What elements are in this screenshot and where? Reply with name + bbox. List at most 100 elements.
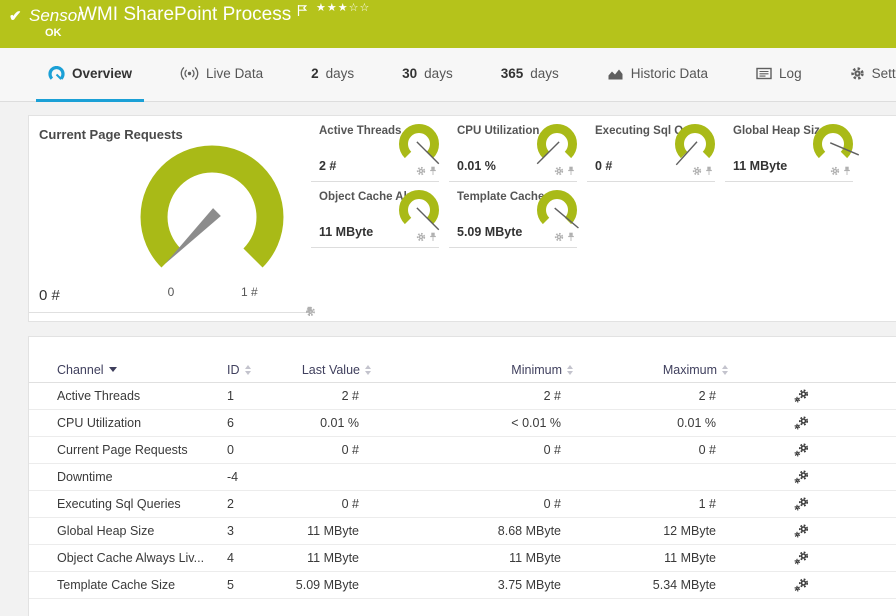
cell-maximum: 5.34 MByte: [652, 578, 716, 592]
sort-icon[interactable]: [244, 364, 251, 375]
cell-channel: Downtime: [57, 470, 113, 484]
gauge-value: 11 MByte: [733, 159, 788, 173]
priority-stars[interactable]: ★★★☆☆: [316, 1, 370, 14]
gauge-cell[interactable]: Template Cache Size 5.09 MByte: [449, 182, 579, 248]
table-row[interactable]: Active Threads 1 2 # 2 # 2 #: [29, 383, 896, 410]
gauge-cell[interactable]: Global Heap Size 11 MByte: [725, 116, 860, 182]
cell-last-value: 11 MByte: [307, 551, 359, 565]
table-header-row: Channel ID Last Value Minimum Maximum: [29, 357, 896, 383]
table-row[interactable]: Current Page Requests 0 0 # 0 # 0 #: [29, 437, 896, 464]
channel-settings-icon[interactable]: [794, 497, 809, 511]
col-header-id[interactable]: ID: [227, 363, 287, 377]
cell-channel: Current Page Requests: [57, 443, 188, 457]
pin-icon[interactable]: [705, 166, 713, 176]
gear-icon[interactable]: [554, 166, 564, 176]
cell-channel: Executing Sql Queries: [57, 497, 181, 511]
main-gauge-dial: [140, 145, 284, 268]
channels-table-panel: Channel ID Last Value Minimum Maximum Ac…: [28, 336, 896, 616]
cell-maximum: 11 MByte: [664, 551, 716, 565]
tab-2-days[interactable]: 2 days: [299, 48, 366, 102]
table-body: Active Threads 1 2 # 2 # 2 # CPU Utiliza…: [29, 383, 896, 599]
table-row[interactable]: Global Heap Size 3 11 MByte 8.68 MByte 1…: [29, 518, 896, 545]
cell-id: 2: [227, 497, 234, 511]
gear-icon: [850, 67, 864, 80]
main-gauge-current-page-requests[interactable]: Current Page Requests 0 # 0 1 #: [29, 116, 315, 316]
channel-settings-icon[interactable]: [794, 470, 809, 484]
gauge-value: 0 #: [595, 159, 613, 173]
gear-icon[interactable]: [554, 232, 564, 242]
gauge-title: Active Threads: [319, 125, 402, 137]
gear-icon[interactable]: [830, 166, 840, 176]
pin-icon[interactable]: [429, 166, 437, 176]
gauge-value: 0 #: [39, 287, 60, 304]
cell-last-value: 0.01 %: [320, 416, 359, 430]
gear-icon[interactable]: [416, 166, 426, 176]
gauge-dial: [537, 190, 579, 229]
gauge-cell[interactable]: Active Threads 2 #: [311, 116, 440, 182]
col-header-last-value[interactable]: Last Value: [287, 363, 371, 377]
gauge-dial: [675, 124, 715, 166]
channel-settings-icon[interactable]: [794, 416, 809, 430]
cell-id: 6: [227, 416, 234, 430]
cell-maximum: 2 #: [698, 389, 716, 403]
table-row[interactable]: Object Cache Always Liv... 4 11 MByte 11…: [29, 545, 896, 572]
table-row[interactable]: Template Cache Size 5 5.09 MByte 3.75 MB…: [29, 572, 896, 599]
pin-icon[interactable]: [429, 232, 437, 242]
pin-icon[interactable]: [843, 166, 851, 176]
tab-365-days[interactable]: 365 days: [489, 48, 571, 102]
cell-last-value: 11 MByte: [307, 524, 359, 538]
pin-icon[interactable]: [567, 166, 575, 176]
cell-channel: Object Cache Always Liv...: [57, 551, 205, 565]
gauge-cell[interactable]: Executing Sql Queries 0 #: [587, 116, 715, 182]
gauge-icon: [48, 65, 65, 80]
cell-minimum: 8.68 MByte: [497, 524, 561, 538]
pin-icon[interactable]: [305, 306, 314, 317]
tab-settings[interactable]: Settings: [838, 48, 896, 102]
col-header-channel[interactable]: Channel: [57, 363, 227, 377]
prtg-sensor-page: ✔ Sensor WMI SharePoint Process ★★★☆☆ OK…: [0, 0, 896, 616]
tab-live-data[interactable]: Live Data: [168, 48, 275, 102]
tab-historic-data[interactable]: Historic Data: [595, 48, 720, 102]
small-gauges-grid: Active Threads 2 # CPU Utilization 0.01 …: [311, 116, 896, 248]
sort-desc-icon[interactable]: [108, 367, 117, 372]
col-header-minimum[interactable]: Minimum: [371, 363, 573, 377]
gauge-value: 2 #: [319, 159, 337, 173]
live-data-icon: [180, 67, 199, 80]
cell-id: 4: [227, 551, 234, 565]
sort-icon[interactable]: [722, 364, 728, 375]
channel-settings-icon[interactable]: [794, 551, 809, 565]
gauge-cell[interactable]: CPU Utilization 0.01 %: [449, 116, 577, 182]
tab-30-days[interactable]: 30 days: [390, 48, 465, 102]
gear-icon[interactable]: [692, 166, 702, 176]
cell-id: 1: [227, 389, 234, 403]
tab-overview[interactable]: Overview: [36, 48, 145, 102]
gauge-title: CPU Utilization: [457, 125, 540, 137]
gear-icon[interactable]: [416, 232, 426, 242]
gauge-cell[interactable]: Object Cache Always L... 11 MByte: [311, 182, 440, 248]
table-row[interactable]: CPU Utilization 6 0.01 % < 0.01 % 0.01 %: [29, 410, 896, 437]
page-title: WMI SharePoint Process: [79, 4, 292, 25]
cell-minimum: 3.75 MByte: [497, 578, 561, 592]
cell-id: -4: [227, 470, 239, 484]
cell-minimum: 0 #: [543, 443, 561, 457]
channel-settings-icon[interactable]: [794, 389, 809, 403]
table-row[interactable]: Executing Sql Queries 2 0 # 0 # 1 #: [29, 491, 896, 518]
channel-settings-icon[interactable]: [794, 443, 809, 457]
stars-empty[interactable]: ☆☆: [349, 2, 371, 14]
gauge-dial: [813, 124, 860, 159]
cell-id: 5: [227, 578, 234, 592]
col-header-maximum[interactable]: Maximum: [573, 363, 728, 377]
gauge-dial: [399, 124, 440, 165]
gauges-panel: Current Page Requests 0 # 0 1 # Active T…: [28, 115, 896, 322]
channel-settings-icon[interactable]: [794, 578, 809, 592]
table-row[interactable]: Downtime -4: [29, 464, 896, 491]
pin-icon[interactable]: [567, 232, 575, 242]
stars-filled[interactable]: ★★★: [316, 2, 349, 14]
gauge-value: 11 MByte: [319, 225, 374, 239]
cell-channel: Active Threads: [57, 389, 141, 403]
tab-bar: Overview Live Data 2 days 30 days 365 days …: [0, 48, 896, 102]
channel-settings-icon[interactable]: [794, 524, 809, 538]
tab-log[interactable]: Log: [744, 48, 814, 102]
cell-maximum: 0.01 %: [677, 416, 716, 430]
cell-channel: Global Heap Size: [57, 524, 155, 538]
